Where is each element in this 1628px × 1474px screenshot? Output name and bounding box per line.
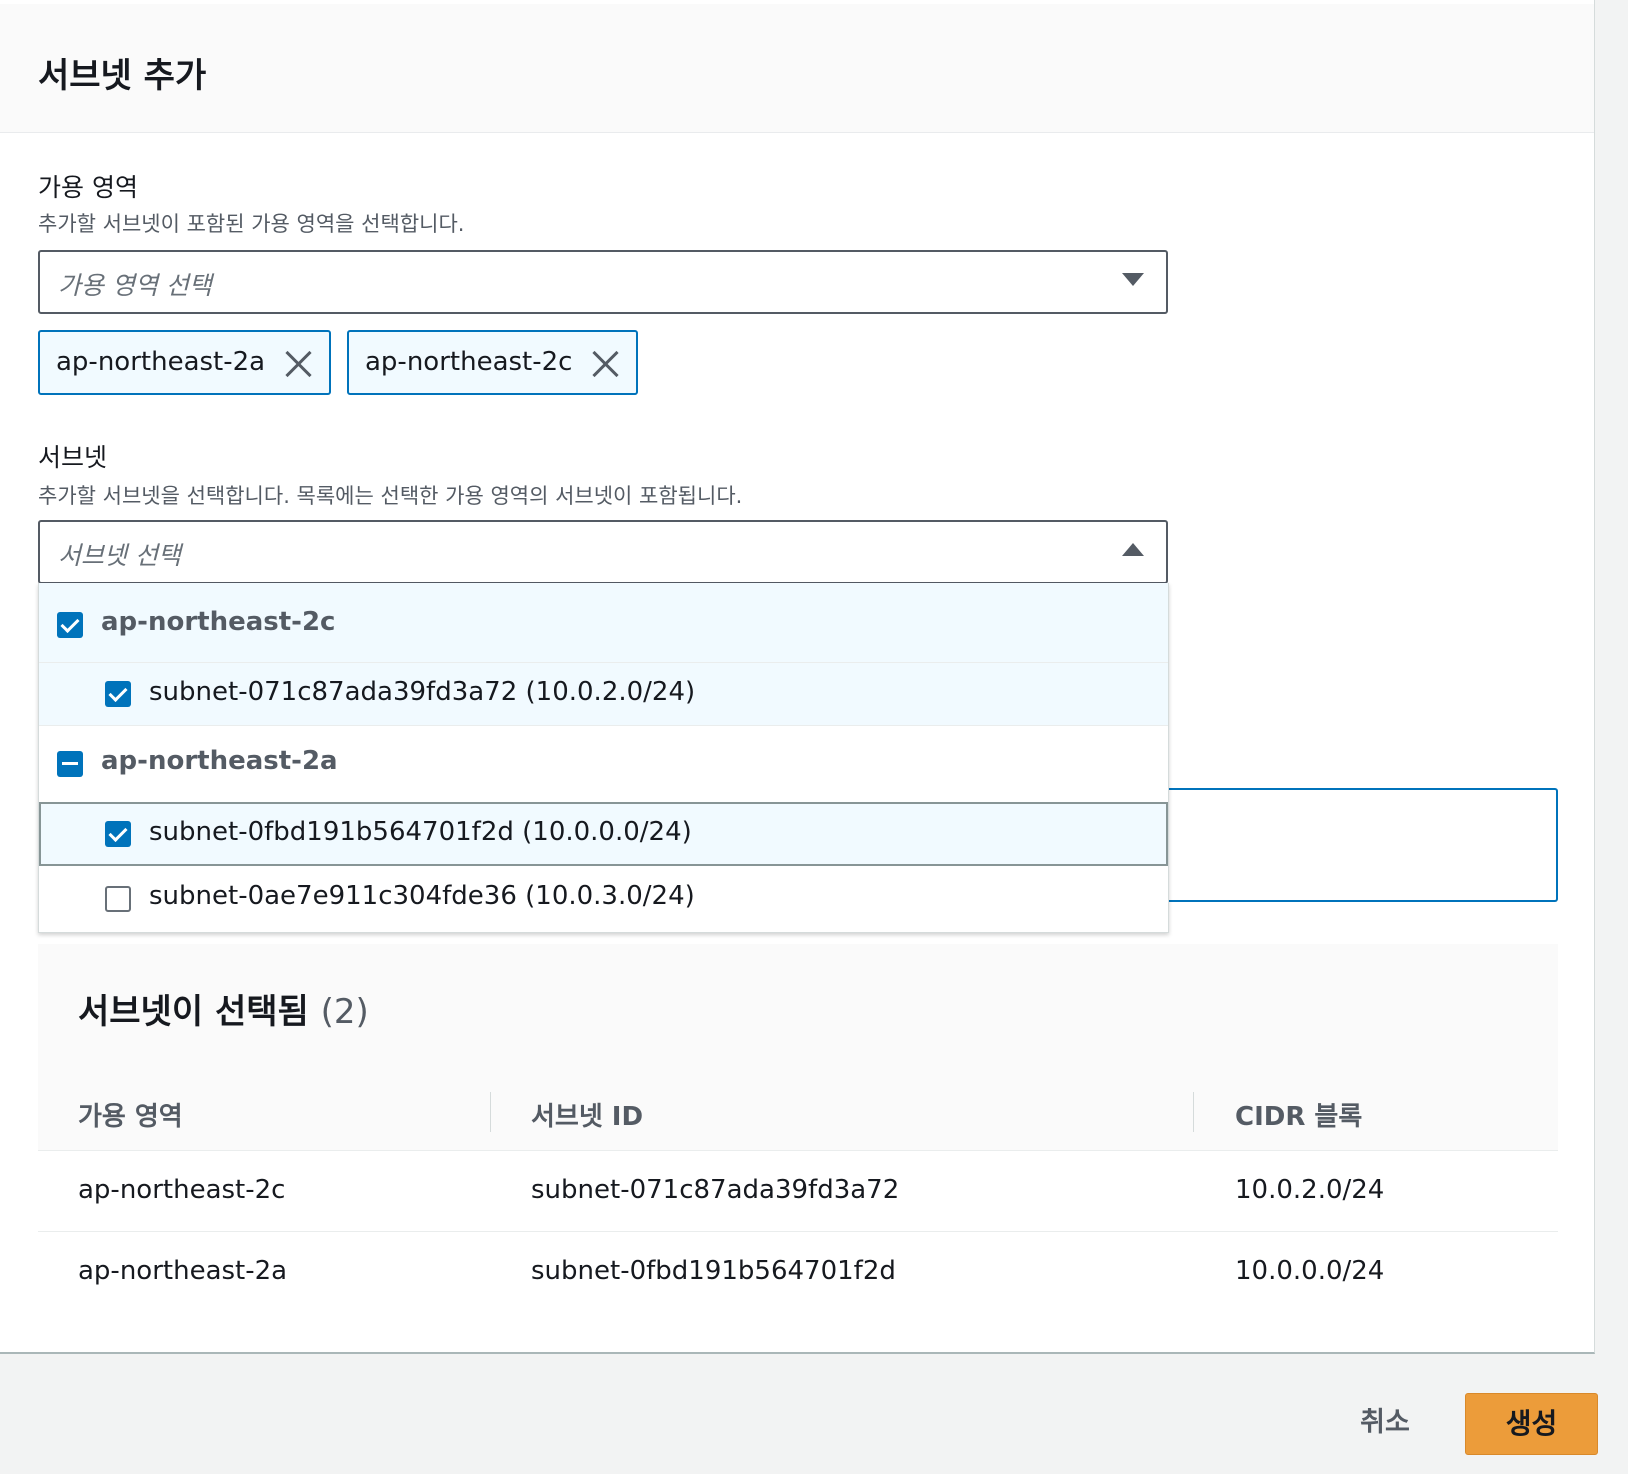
caret-down-icon (1122, 273, 1144, 286)
column-header-cidr: CIDR 블록 (1235, 1102, 1363, 1132)
az-select-placeholder: 가용 영역 선택 (58, 271, 212, 300)
az-token-label: ap-northeast-2a (56, 347, 266, 377)
cell-cidr: 10.0.2.0/24 (1235, 1175, 1385, 1205)
option-label: subnet-0ae7e911c304fde36 (10.0.3.0/24) (149, 881, 695, 911)
dropdown-option[interactable]: subnet-0ae7e911c304fde36 (10.0.3.0/24) (39, 866, 1168, 930)
panel-title: 서브넷 추가 (38, 56, 207, 96)
checkbox-unchecked-icon[interactable] (105, 886, 131, 912)
dropdown-group-2c[interactable]: ap-northeast-2c (39, 583, 1168, 663)
table-row: ap-northeast-2c subnet-071c87ada39fd3a72… (38, 1151, 1558, 1232)
cell-az: ap-northeast-2c (78, 1175, 286, 1205)
az-description: 추가할 서브넷이 포함된 가용 영역을 선택합니다. (38, 212, 465, 236)
group-label: ap-northeast-2a (101, 746, 338, 776)
group-label: ap-northeast-2c (101, 607, 336, 637)
cell-cidr: 10.0.0.0/24 (1235, 1256, 1385, 1286)
table-header-row: 가용 영역 서브넷 ID CIDR 블록 (38, 1072, 1558, 1151)
column-divider (1193, 1092, 1194, 1132)
subnet-description: 추가할 서브넷을 선택합니다. 목록에는 선택한 가용 영역의 서브넷이 포함됩… (38, 484, 743, 508)
column-divider (490, 1092, 491, 1132)
selected-subnets-header: 서브넷이 선택됨 (2) (38, 944, 1558, 1073)
selected-subnets-panel: 서브넷이 선택됨 (2) 가용 영역 서브넷 ID CIDR 블록 ap-nor… (38, 944, 1558, 1324)
panel-header: 서브넷 추가 (0, 4, 1594, 133)
az-label: 가용 영역 (38, 173, 138, 202)
close-icon[interactable] (590, 349, 620, 379)
cell-subnet-id: subnet-071c87ada39fd3a72 (531, 1175, 900, 1205)
subnet-select[interactable]: 서브넷 선택 (38, 520, 1168, 584)
selected-subnets-title-text: 서브넷이 선택됨 (78, 992, 309, 1032)
dropdown-option[interactable]: subnet-071c87ada39fd3a72 (10.0.2.0/24) (39, 663, 1168, 726)
az-token-label: ap-northeast-2c (365, 347, 573, 377)
cell-subnet-id: subnet-0fbd191b564701f2d (531, 1256, 896, 1286)
column-header-subnet-id: 서브넷 ID (531, 1102, 644, 1132)
az-select[interactable]: 가용 영역 선택 (38, 250, 1168, 314)
dropdown-group-2a[interactable]: ap-northeast-2a (39, 726, 1168, 803)
table-row: ap-northeast-2a subnet-0fbd191b564701f2d… (38, 1232, 1558, 1312)
checkbox-checked-icon[interactable] (105, 821, 131, 847)
cancel-button[interactable]: 취소 (1340, 1398, 1430, 1448)
dropdown-option-focused[interactable]: subnet-0fbd191b564701f2d (10.0.0.0/24) (39, 802, 1168, 866)
checkbox-indeterminate-icon[interactable] (57, 751, 83, 777)
subnet-dropdown-list: ap-northeast-2c subnet-071c87ada39fd3a72… (38, 583, 1169, 933)
subnet-select-placeholder: 서브넷 선택 (58, 541, 181, 570)
info-box (1150, 788, 1558, 902)
caret-up-icon (1122, 543, 1144, 556)
create-button[interactable]: 생성 (1465, 1393, 1598, 1455)
column-header-az: 가용 영역 (78, 1102, 183, 1132)
az-token-2c: ap-northeast-2c (347, 330, 638, 395)
option-label: subnet-0fbd191b564701f2d (10.0.0.0/24) (149, 817, 692, 847)
checkbox-checked-icon[interactable] (105, 681, 131, 707)
selected-subnets-count: (2) (320, 992, 369, 1032)
selected-subnets-title: 서브넷이 선택됨 (2) (78, 984, 369, 1033)
close-icon[interactable] (283, 349, 313, 379)
checkbox-checked-icon[interactable] (57, 612, 83, 638)
az-token-2a: ap-northeast-2a (38, 330, 331, 395)
subnet-label: 서브넷 (38, 443, 108, 472)
cell-az: ap-northeast-2a (78, 1256, 288, 1286)
add-subnet-panel: 서브넷 추가 가용 영역 추가할 서브넷이 포함된 가용 영역을 선택합니다. … (0, 0, 1595, 1354)
option-label: subnet-071c87ada39fd3a72 (10.0.2.0/24) (149, 677, 696, 707)
